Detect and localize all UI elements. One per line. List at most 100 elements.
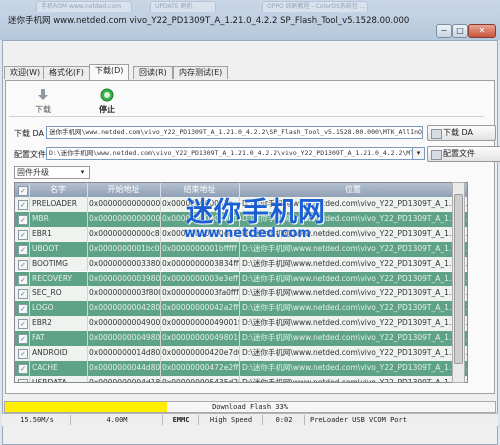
row-checkbox[interactable]: ✓ xyxy=(18,304,28,315)
download-label: 下载 xyxy=(35,105,51,114)
cell-start: 0x0000000003380000 xyxy=(87,256,161,272)
chevron-down-icon[interactable]: ▾ xyxy=(78,167,87,178)
cell-name: BOOTIMG xyxy=(29,256,88,272)
scatter-file-field[interactable]: D:\迷你手机网\www.netded.com\vivo_Y22_PD1309T… xyxy=(46,147,414,160)
row-checkbox-cell[interactable]: ✓ xyxy=(15,211,30,227)
scatter-file-button[interactable]: 配置文件 xyxy=(427,146,500,162)
window-title: 迷你手机网 www.netded.com vivo_Y22_PD1309T_A_… xyxy=(8,16,410,26)
scatter-file-label: 配置文件 xyxy=(14,150,46,159)
table-row[interactable]: ✓CACHE0x0000000044d800000x00000000472e2f… xyxy=(15,360,467,376)
cell-end: 0x0000000001bfffff xyxy=(160,241,240,257)
status-bar: 15.50M/s 4.00M EMMC High Speed 0:02 PreL… xyxy=(2,413,498,426)
row-checkbox-cell[interactable]: ✓ xyxy=(15,316,30,332)
cell-location: D:\迷你手机网\www.netded.com\vivo_Y22_PD1309T… xyxy=(239,272,467,287)
progress-label: Download Flash 33% xyxy=(212,403,288,411)
browser-tab[interactable]: UPDATE 刷机 xyxy=(150,1,216,12)
background-browser-tabs: 手机ROM www.netded.com UPDATE 刷机 OPPO 线刷教程… xyxy=(0,0,500,12)
cell-start: 0x0000000004280000 xyxy=(87,301,161,317)
cell-location: D:\迷你手机网\www.netded.com\vivo_Y22_PD1309T… xyxy=(239,286,467,301)
download-arrow-icon xyxy=(38,89,48,100)
row-checkbox[interactable]: ✓ xyxy=(18,244,28,255)
cell-name: EBR1 xyxy=(29,226,88,242)
row-checkbox[interactable]: ✓ xyxy=(18,334,28,345)
row-checkbox-cell[interactable]: ✓ xyxy=(15,360,30,376)
row-checkbox-cell[interactable]: ✓ xyxy=(15,197,30,212)
toolbar-divider xyxy=(9,116,484,117)
header-name[interactable]: 名字 xyxy=(29,183,88,197)
download-tool-button[interactable]: 下载 xyxy=(32,88,54,115)
row-checkbox-cell[interactable]: ✓ xyxy=(15,301,30,317)
row-checkbox-cell[interactable]: ✓ xyxy=(15,271,30,287)
cell-start: 0x0000000004980000 xyxy=(87,331,161,346)
stop-tool-button[interactable]: 停止 xyxy=(96,88,118,115)
table-row[interactable]: ✓EBR20x00000000049000000x00000000049001f… xyxy=(15,316,467,332)
table-row[interactable]: ✓BOOTIMG0x00000000033800000x000000000383… xyxy=(15,256,467,272)
row-checkbox[interactable]: ✓ xyxy=(18,319,28,330)
row-checkbox-cell[interactable]: ✓ xyxy=(15,375,30,382)
table-row[interactable]: ✓RECOVERY0x00000000039800000x0000000003e… xyxy=(15,271,467,287)
tab-memory-test[interactable]: 内存测试(E) xyxy=(173,66,229,79)
table-row[interactable]: ✓ANDROID0x0000000014d800000x00000000420e… xyxy=(15,346,467,361)
browser-tab[interactable]: OPPO 线刷教程 - ColorOS系统包 ... xyxy=(262,1,368,12)
cell-location: D:\迷你手机网\www.netded.com\vivo_Y22_PD1309T… xyxy=(239,376,467,382)
cell-name: LOGO xyxy=(29,301,88,317)
row-checkbox[interactable]: ✓ xyxy=(18,274,28,285)
cell-start: 0x0000000014d80000 xyxy=(87,346,161,361)
cell-end: 0x000000005435d25b xyxy=(160,375,240,382)
cell-location: D:\迷你手机网\www.netded.com\vivo_Y22_PD1309T… xyxy=(239,331,467,346)
cell-start: 0x0000000044d80000 xyxy=(87,360,161,376)
row-checkbox[interactable]: ✓ xyxy=(18,289,28,300)
row-checkbox[interactable]: ✓ xyxy=(18,349,28,359)
tab-readback[interactable]: 回读(R) xyxy=(133,66,173,79)
row-checkbox-cell[interactable]: ✓ xyxy=(15,286,30,302)
header-start[interactable]: 开始地址 xyxy=(87,183,161,197)
cell-name: RECOVERY xyxy=(29,271,88,287)
cell-end: 0x0000000003e3efff xyxy=(160,271,240,287)
cell-end: 0x00000000049801ff xyxy=(160,331,240,346)
folder-icon xyxy=(431,129,442,139)
table-row[interactable]: ✓UBOOT0x0000000001bc00000x0000000001bfff… xyxy=(15,241,467,257)
cell-location: D:\迷你手机网\www.netded.com\vivo_Y22_PD1309T… xyxy=(239,257,467,272)
table-row[interactable]: ✓USRDATA0x0000000004d1800000x00000000543… xyxy=(15,375,467,382)
cell-end: 0x00000000420e7d07 xyxy=(160,346,240,361)
row-checkbox[interactable]: ✓ xyxy=(18,363,28,374)
stop-label: 停止 xyxy=(99,105,115,114)
status-time: 0:02 xyxy=(264,415,305,425)
tab-format[interactable]: 格式化(F) xyxy=(43,66,90,79)
row-checkbox[interactable]: ✓ xyxy=(18,214,28,225)
table-row[interactable]: ✓LOGO0x00000000042800000x00000000042a2ff… xyxy=(15,301,467,317)
watermark-title: 迷你手机网 xyxy=(186,197,326,228)
select-all-checkbox[interactable]: ✓ xyxy=(18,186,28,196)
cell-end: 0x00000000049001ff xyxy=(160,316,240,332)
close-button[interactable]: ✕ xyxy=(468,24,496,38)
cell-name: EBR2 xyxy=(29,316,88,332)
minimize-button[interactable]: − xyxy=(436,24,452,38)
row-checkbox-cell[interactable]: ✓ xyxy=(15,256,30,272)
table-row[interactable]: ✓SEC_RO0x0000000003f800000x0000000003fa0… xyxy=(15,286,467,302)
cell-start: 0x0000000003f80000 xyxy=(87,286,161,302)
scrollbar-thumb[interactable] xyxy=(454,194,463,364)
cell-start: 0x0000000000000000 xyxy=(87,211,161,227)
row-checkbox-cell[interactable]: ✓ xyxy=(15,241,30,257)
row-checkbox[interactable]: ✓ xyxy=(18,378,28,382)
download-agent-field[interactable]: 迷你手机网\www.netded.com\vivo_Y22_PD1309T_A_… xyxy=(46,126,423,139)
status-usb-speed: High Speed xyxy=(200,415,263,425)
row-checkbox-cell[interactable]: ✓ xyxy=(15,346,30,361)
tab-download[interactable]: 下载(D) xyxy=(89,64,130,80)
folder-icon xyxy=(431,150,442,160)
browser-tab[interactable]: 手机ROM www.netded.com xyxy=(36,1,132,12)
row-checkbox[interactable]: ✓ xyxy=(18,200,28,210)
table-row[interactable]: ✓FAT0x00000000049800000x00000000049801ff… xyxy=(15,331,467,346)
maximize-button[interactable]: □ xyxy=(452,24,468,38)
status-speed: 15.50M/s xyxy=(4,415,71,425)
row-checkbox[interactable]: ✓ xyxy=(18,229,28,240)
download-agent-button[interactable]: 下载 DA xyxy=(427,125,496,141)
header-check[interactable]: ✓ xyxy=(15,183,30,197)
row-checkbox-cell[interactable]: ✓ xyxy=(15,331,30,346)
scatter-dropdown-arrow[interactable]: ▾ xyxy=(412,147,425,160)
row-checkbox-cell[interactable]: ✓ xyxy=(15,226,30,242)
tab-welcome[interactable]: 欢迎(W) xyxy=(4,66,47,79)
cell-name: FAT xyxy=(29,331,88,346)
row-checkbox[interactable]: ✓ xyxy=(18,259,28,270)
cell-start: 0x0000000004900000 xyxy=(87,316,161,332)
